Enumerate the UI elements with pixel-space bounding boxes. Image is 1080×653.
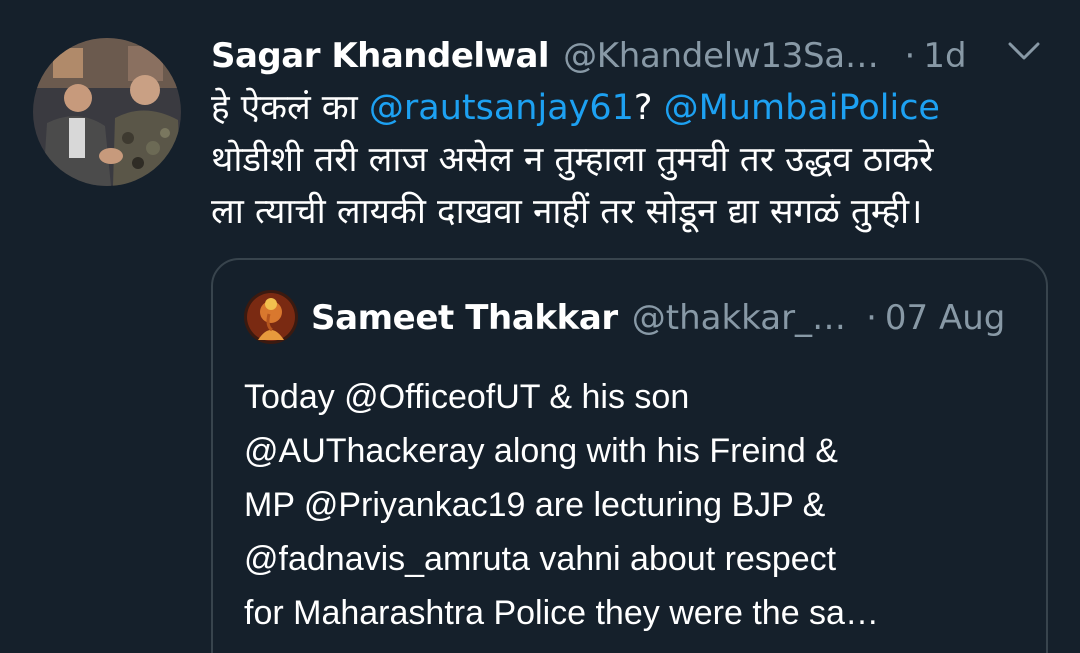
quoted-text-line: for Maharashtra Police they were the sa…: [244, 594, 879, 632]
quoted-author-avatar[interactable]: [244, 290, 298, 344]
tweet-text: हे ऐकलं का @rautsanjay61? @MumbaiPolice …: [211, 82, 1061, 238]
mention-link[interactable]: @rautsanjay61: [369, 88, 634, 128]
quoted-text-line: @AUThackeray along with his Freind &: [244, 432, 838, 470]
quoted-tweet-card[interactable]: Sameet Thakkar @thakkar_… · 07 Aug Today…: [211, 258, 1048, 653]
author-name[interactable]: Sagar Khandelwal: [211, 36, 550, 76]
tweet-text-line-1: हे ऐकलं का @rautsanjay61? @MumbaiPolice: [211, 82, 1061, 134]
author-avatar[interactable]: [33, 38, 181, 186]
tweet-text-line-2: थोडीशी तरी लाज असेल न तुम्हाला तुमची तर …: [211, 140, 934, 180]
quoted-text-line: @fadnavis_amruta vahni about respect: [244, 540, 837, 578]
quoted-text-line: MP @Priyankac19 are lecturing BJP &: [244, 486, 826, 524]
tweet-time[interactable]: 1d: [923, 36, 966, 76]
tweet-header: Sagar Khandelwal @Khandelw13Sa… · 1d: [211, 28, 1051, 84]
ganesha-avatar-image: [244, 290, 298, 344]
mention-link[interactable]: @MumbaiPolice: [664, 88, 940, 128]
quoted-tweet-header: Sameet Thakkar @thakkar_… · 07 Aug: [311, 288, 1005, 348]
separator-dot: ·: [904, 36, 916, 76]
tweet-text-prefix: हे ऐकलं का: [211, 88, 369, 128]
quoted-tweet-time[interactable]: 07 Aug: [885, 298, 1005, 338]
chevron-down-icon-glyph: [1008, 42, 1040, 60]
avatar-photo: [33, 38, 181, 186]
tweet-screen: { "tweet": { "author_name": "Sagar Khand…: [0, 0, 1080, 653]
quoted-author-name[interactable]: Sameet Thakkar: [311, 298, 618, 338]
quoted-tweet-text: Today @OfficeofUT & his son @AUThackeray…: [244, 370, 1034, 640]
chevron-down-icon[interactable]: [1006, 40, 1042, 68]
tweet-text-mid: ?: [633, 88, 664, 128]
author-handle[interactable]: @Khandelw13Sa…: [563, 36, 879, 76]
quoted-author-handle[interactable]: @thakkar_…: [632, 298, 846, 338]
tweet-text-line-3: ला त्याची लायकी दाखवा नाहीं तर सोडून द्य…: [211, 192, 923, 232]
quoted-text-line: Today @OfficeofUT & his son: [244, 378, 690, 416]
separator-dot: ·: [866, 298, 877, 338]
